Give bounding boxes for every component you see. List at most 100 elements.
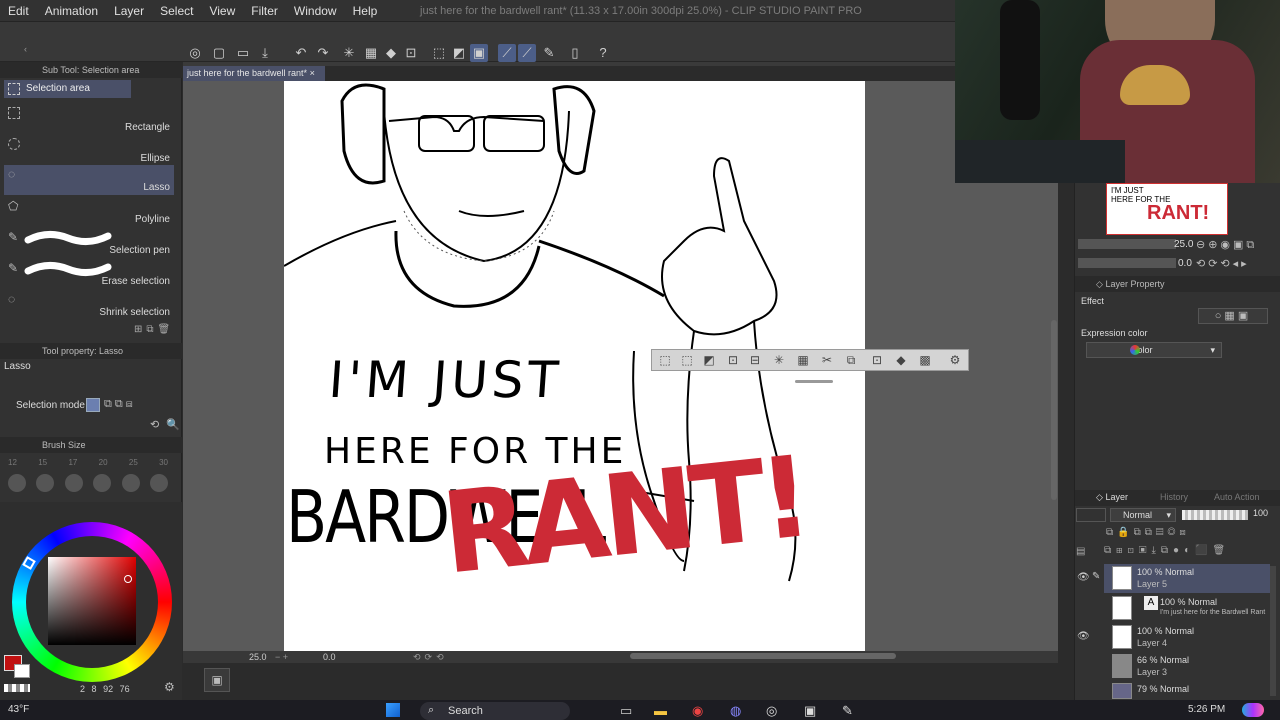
shrink-icon[interactable]: ⊟ <box>746 352 764 368</box>
collapse-arrow-icon[interactable]: ‹ <box>24 44 34 54</box>
windows-start-icon[interactable] <box>386 703 400 717</box>
new-file-icon[interactable]: ▢ <box>210 44 228 62</box>
copy-paste-icon[interactable]: ⧉ <box>842 352 860 368</box>
invert-selection-icon[interactable]: ◩ <box>450 44 468 62</box>
saturation-value-square[interactable] <box>48 557 136 645</box>
navigator-rotation-value[interactable]: 0.0 <box>1178 258 1192 269</box>
brush-size-dot[interactable] <box>93 474 112 492</box>
rotate-controls[interactable]: ⟲⟳⟲ <box>413 651 448 663</box>
vertical-scrollbar[interactable] <box>1051 320 1057 500</box>
app-logo-icon[interactable]: ◎ <box>186 44 204 62</box>
subtool-rectangle[interactable]: Rectangle <box>4 105 174 135</box>
tab-history[interactable]: History <box>1160 492 1188 502</box>
sub-color-swatch[interactable] <box>14 664 30 678</box>
navigator-preview[interactable]: I'M JUST HERE FOR THE RANT! <box>1106 183 1228 235</box>
close-tab-icon[interactable]: × <box>310 68 315 78</box>
transform-icon[interactable]: ⊡ <box>868 352 886 368</box>
selection-mode-options[interactable]: ⧉⧉⧈ <box>104 398 136 411</box>
blend-mode-select[interactable]: Normal ▾ <box>1110 508 1176 522</box>
visibility-eye-icon[interactable]: 👁 <box>1077 572 1090 583</box>
subtool-group-tab[interactable]: Selection area <box>4 80 131 98</box>
layer-property-header[interactable]: ◇ Layer Property <box>1096 277 1164 291</box>
menu-view[interactable]: View <box>201 0 243 22</box>
canvas-tab[interactable]: just here for the bardwell rant* × <box>183 66 325 81</box>
expand-icon[interactable]: ⊡ <box>724 352 742 368</box>
color-picker-cursor[interactable] <box>124 575 132 583</box>
deselect-icon[interactable]: ⬚ <box>430 44 448 62</box>
transparent-color-swatch[interactable] <box>4 684 30 692</box>
menu-filter[interactable]: Filter <box>243 0 286 22</box>
clip-studio-taskbar-icon[interactable]: ✎ <box>842 703 853 719</box>
layer-row[interactable]: 66 % Normal Layer 3 <box>1104 652 1270 681</box>
snap-grid-icon[interactable]: ✎ <box>540 44 558 62</box>
select-all-icon[interactable]: ⬚ <box>678 352 696 368</box>
clear-icon[interactable]: ✳ <box>340 44 358 62</box>
clear-outside-icon[interactable]: ▦ <box>794 352 812 368</box>
fill-icon[interactable]: ◆ <box>382 44 400 62</box>
expression-color-select[interactable]: Color ▾ <box>1086 342 1222 358</box>
invert-icon[interactable]: ◩ <box>700 352 718 368</box>
visibility-eye-icon[interactable]: 👁 <box>1077 631 1090 642</box>
layer-row[interactable]: 79 % Normal <box>1104 681 1270 699</box>
cut-icon[interactable]: ✂ <box>818 352 836 368</box>
companion-icon[interactable]: ▯ <box>566 44 584 62</box>
tab-auto-action[interactable]: Auto Action <box>1214 492 1260 502</box>
launcher-drag-handle[interactable] <box>795 380 833 383</box>
brush-size-dot[interactable] <box>64 474 83 492</box>
layer-list-scrollbar[interactable] <box>1270 566 1276 696</box>
transform-icon[interactable]: ⊡ <box>402 44 420 62</box>
zoom-minus-plus[interactable]: − + <box>275 651 288 663</box>
layer-action-buttons[interactable]: ⧉⊞⊡▣⤓⧉●◐⬛🗑 <box>1104 545 1230 556</box>
layer-row[interactable]: 100 % Normal Layer 4 <box>1104 623 1270 652</box>
menu-edit[interactable]: Edit <box>0 0 37 22</box>
horizontal-scrollbar[interactable] <box>630 653 896 659</box>
deselect-icon[interactable]: ⬚ <box>656 352 674 368</box>
reset-icon[interactable]: ⟲ <box>150 418 159 431</box>
menu-layer[interactable]: Layer <box>106 0 152 22</box>
subtool-polyline[interactable]: ⬠ Polyline <box>4 197 174 227</box>
opacity-slider[interactable] <box>1182 510 1248 520</box>
navigator-zoom-slider[interactable] <box>1078 239 1176 249</box>
weather-widget[interactable]: 43°F <box>8 704 29 715</box>
open-file-icon[interactable]: ▭ <box>234 44 252 62</box>
subtool-actions[interactable]: ⊞⧉🗑 <box>134 324 174 335</box>
navigator-rotation-slider[interactable] <box>1078 258 1176 268</box>
subtool-ellipse[interactable]: Ellipse <box>4 136 174 166</box>
subtool-erase-selection[interactable]: ✎ Erase selection <box>4 259 174 289</box>
tab-layer[interactable]: ◇ Layer <box>1096 492 1128 503</box>
layer-row[interactable]: 100 % Normal Layer 5 <box>1104 564 1270 593</box>
menu-select[interactable]: Select <box>152 0 201 22</box>
navigator-rotation-buttons[interactable]: ⟲⟳⟲◂▸ <box>1196 257 1250 270</box>
chrome-icon[interactable]: ◉ <box>692 703 703 719</box>
magnify-settings-icon[interactable]: 🔍 <box>166 418 180 431</box>
obs-icon[interactable]: ◎ <box>766 703 777 719</box>
layer-lock-buttons[interactable]: ⧉🔒⧉⧉▤◎⧈ <box>1106 527 1190 538</box>
subtool-shrink-selection[interactable]: ◌ Shrink selection <box>4 290 174 320</box>
snap-special-ruler-icon[interactable]: ⟋ <box>518 44 536 62</box>
subtool-lasso[interactable]: ◌ Lasso <box>4 165 174 195</box>
rotation-value[interactable]: 0.0 <box>323 651 336 663</box>
layer-color-toggle[interactable] <box>1076 508 1106 522</box>
brush-size-dot[interactable] <box>8 474 26 492</box>
menu-animation[interactable]: Animation <box>37 0 106 22</box>
new-tone-icon[interactable]: ▩ <box>916 352 934 368</box>
color-settings-icon[interactable]: ⚙ <box>164 680 175 694</box>
file-explorer-icon[interactable]: ▬ <box>654 703 667 718</box>
opacity-value[interactable]: 100 <box>1253 508 1268 518</box>
navigator-zoom-buttons[interactable]: ⊖⊕◉▣⧉ <box>1196 238 1257 252</box>
layer-row[interactable]: A 100 % Normal I'm just here for the Bar… <box>1104 594 1270 623</box>
layer-panel-menu-icon[interactable]: ▤ <box>1076 546 1085 557</box>
brush-size-dot[interactable] <box>121 474 140 492</box>
launcher-settings-icon[interactable]: ⚙ <box>946 352 964 368</box>
brush-size-swatches[interactable] <box>8 474 168 492</box>
redo-icon[interactable]: ↷ <box>314 44 332 62</box>
clear-icon[interactable]: ✳ <box>770 352 788 368</box>
app-icon[interactable]: ▣ <box>804 703 816 719</box>
brush-size-dot[interactable] <box>36 474 55 492</box>
help-icon[interactable]: ? <box>594 44 612 62</box>
show-selection-icon[interactable]: ▣ <box>470 44 488 62</box>
effect-buttons[interactable]: ○▦▣ <box>1198 308 1268 324</box>
taskbar-search[interactable]: Search <box>420 702 570 720</box>
brush-size-dot[interactable] <box>149 474 168 492</box>
menu-help[interactable]: Help <box>345 0 386 22</box>
